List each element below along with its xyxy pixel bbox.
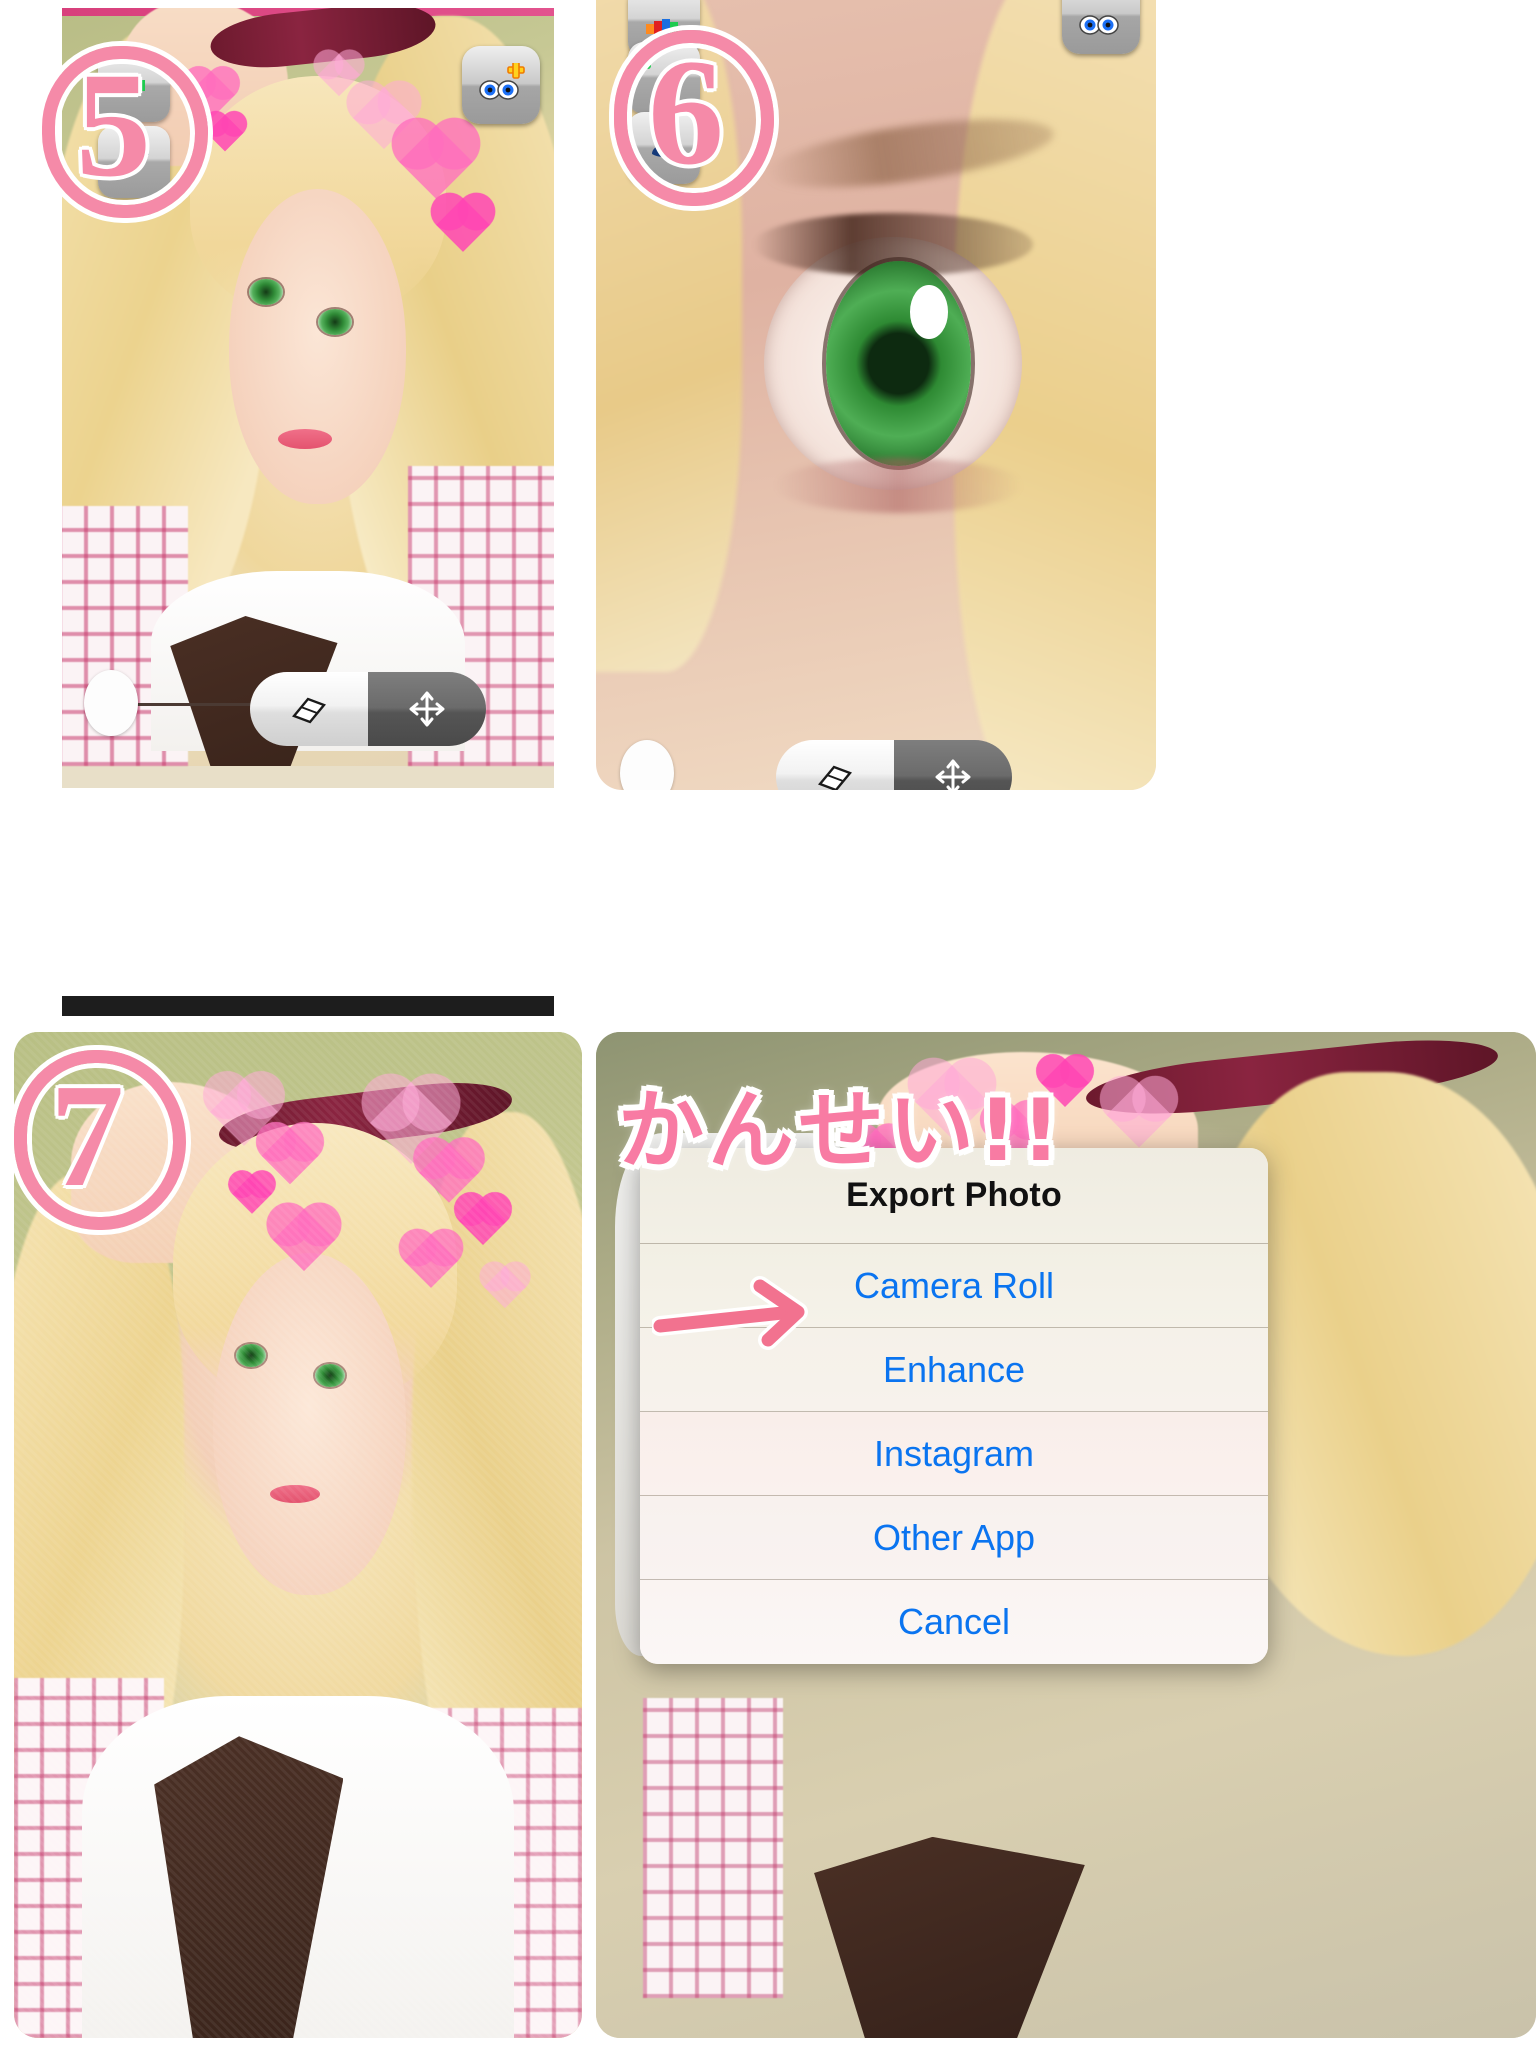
export-option-label: Camera Roll	[853, 1264, 1055, 1306]
palette-icon	[646, 19, 678, 34]
bangs	[173, 1122, 458, 1405]
drop-icon	[652, 144, 676, 157]
export-photo-action-sheet[interactable]: Export Photo Camera Roll Enhance Instagr…	[640, 1148, 1268, 1664]
brush-icon	[117, 153, 149, 172]
green-iris	[825, 260, 972, 467]
panel-export-dialog: かんせい!! Export Photo Camera Roll Enhance …	[596, 1024, 1536, 2048]
lips	[278, 428, 333, 449]
export-option-camera-roll[interactable]: Camera Roll	[640, 1244, 1268, 1328]
eye-left	[235, 1343, 266, 1367]
export-option-other-app[interactable]: Other App	[640, 1496, 1268, 1580]
heart-sticker	[261, 1127, 319, 1185]
heart-sticker	[369, 1081, 453, 1165]
eye-left	[248, 278, 283, 305]
hand	[70, 1082, 287, 1264]
final-photo-step7	[14, 1032, 582, 2038]
eye-enhance-button[interactable]	[462, 46, 540, 124]
eye-right	[317, 308, 352, 335]
edit-mode-toolbar[interactable]	[776, 740, 1012, 790]
move-button[interactable]	[894, 740, 1012, 790]
eraser-icon	[292, 697, 326, 724]
export-option-instagram[interactable]: Instagram	[640, 1412, 1268, 1496]
panel-step-6: 6	[596, 0, 1536, 1024]
app-screenshot-6	[596, 0, 1156, 790]
tutorial-collage: 5 6 7 かんせい!! Export Photo Camera Roll En…	[0, 0, 1536, 2048]
brush-size-handle[interactable]	[84, 670, 138, 736]
ribbon-bow	[154, 1736, 344, 2038]
eraser-button[interactable]	[776, 740, 894, 790]
move-button[interactable]	[368, 672, 486, 746]
panel-step-7: 7	[0, 1024, 596, 2048]
export-option-enhance[interactable]: Enhance	[640, 1328, 1268, 1412]
export-option-cancel[interactable]: Cancel	[640, 1580, 1268, 1664]
final-photo-background: かんせい!! Export Photo Camera Roll Enhance …	[596, 1032, 1536, 2038]
kansei-annotation: かんせい!!	[618, 1081, 1065, 1181]
eraser-button[interactable]	[250, 672, 368, 746]
eye-icon	[645, 63, 651, 69]
heart-sticker	[419, 1143, 479, 1203]
export-option-label: Instagram	[873, 1432, 1035, 1474]
heart-sticker	[458, 1196, 508, 1246]
fill-tool-button[interactable]	[628, 112, 700, 184]
move-arrows-icon	[409, 691, 445, 727]
eye-plus-icon	[1079, 15, 1119, 35]
heart-sticker	[483, 1265, 527, 1309]
brush-button[interactable]	[98, 126, 170, 198]
export-option-label: Cancel	[897, 1601, 1011, 1642]
edit-mode-toolbar[interactable]	[250, 672, 486, 746]
eraser-icon	[818, 765, 852, 790]
export-option-label: Enhance	[882, 1348, 1026, 1390]
headband	[216, 1074, 516, 1161]
hair-left	[14, 1172, 185, 1898]
eye-tool-button[interactable]	[628, 42, 700, 114]
plaid-fabric-right	[422, 1708, 582, 2038]
hair-right	[411, 1112, 582, 1918]
app-screenshot-5	[62, 8, 554, 788]
plaid-fabric	[643, 1697, 783, 1998]
color-palette-button[interactable]	[98, 50, 170, 122]
lips	[269, 1484, 320, 1503]
heart-sticker	[210, 1078, 278, 1146]
shirt	[82, 1695, 514, 2038]
heart-sticker	[272, 1208, 336, 1272]
heart-sticker	[404, 1234, 458, 1288]
export-option-label: Other App	[872, 1516, 1036, 1558]
photo-bottom-bar	[62, 996, 554, 1016]
ribbon-bow	[814, 1836, 1085, 2038]
eye-enhance-button[interactable]	[1062, 0, 1140, 54]
lower-eyelid	[775, 458, 1022, 514]
portrait-photo-final	[14, 1032, 582, 2038]
plaid-fabric-left	[14, 1678, 164, 2038]
face	[212, 1253, 406, 1596]
heart-sticker	[232, 1174, 272, 1214]
eye-plus-icon	[479, 63, 525, 100]
face	[229, 188, 407, 504]
move-arrows-icon	[935, 759, 971, 790]
palette-icon	[117, 77, 145, 91]
eye-right	[315, 1363, 346, 1387]
panel-step-5: 5	[0, 0, 596, 1024]
